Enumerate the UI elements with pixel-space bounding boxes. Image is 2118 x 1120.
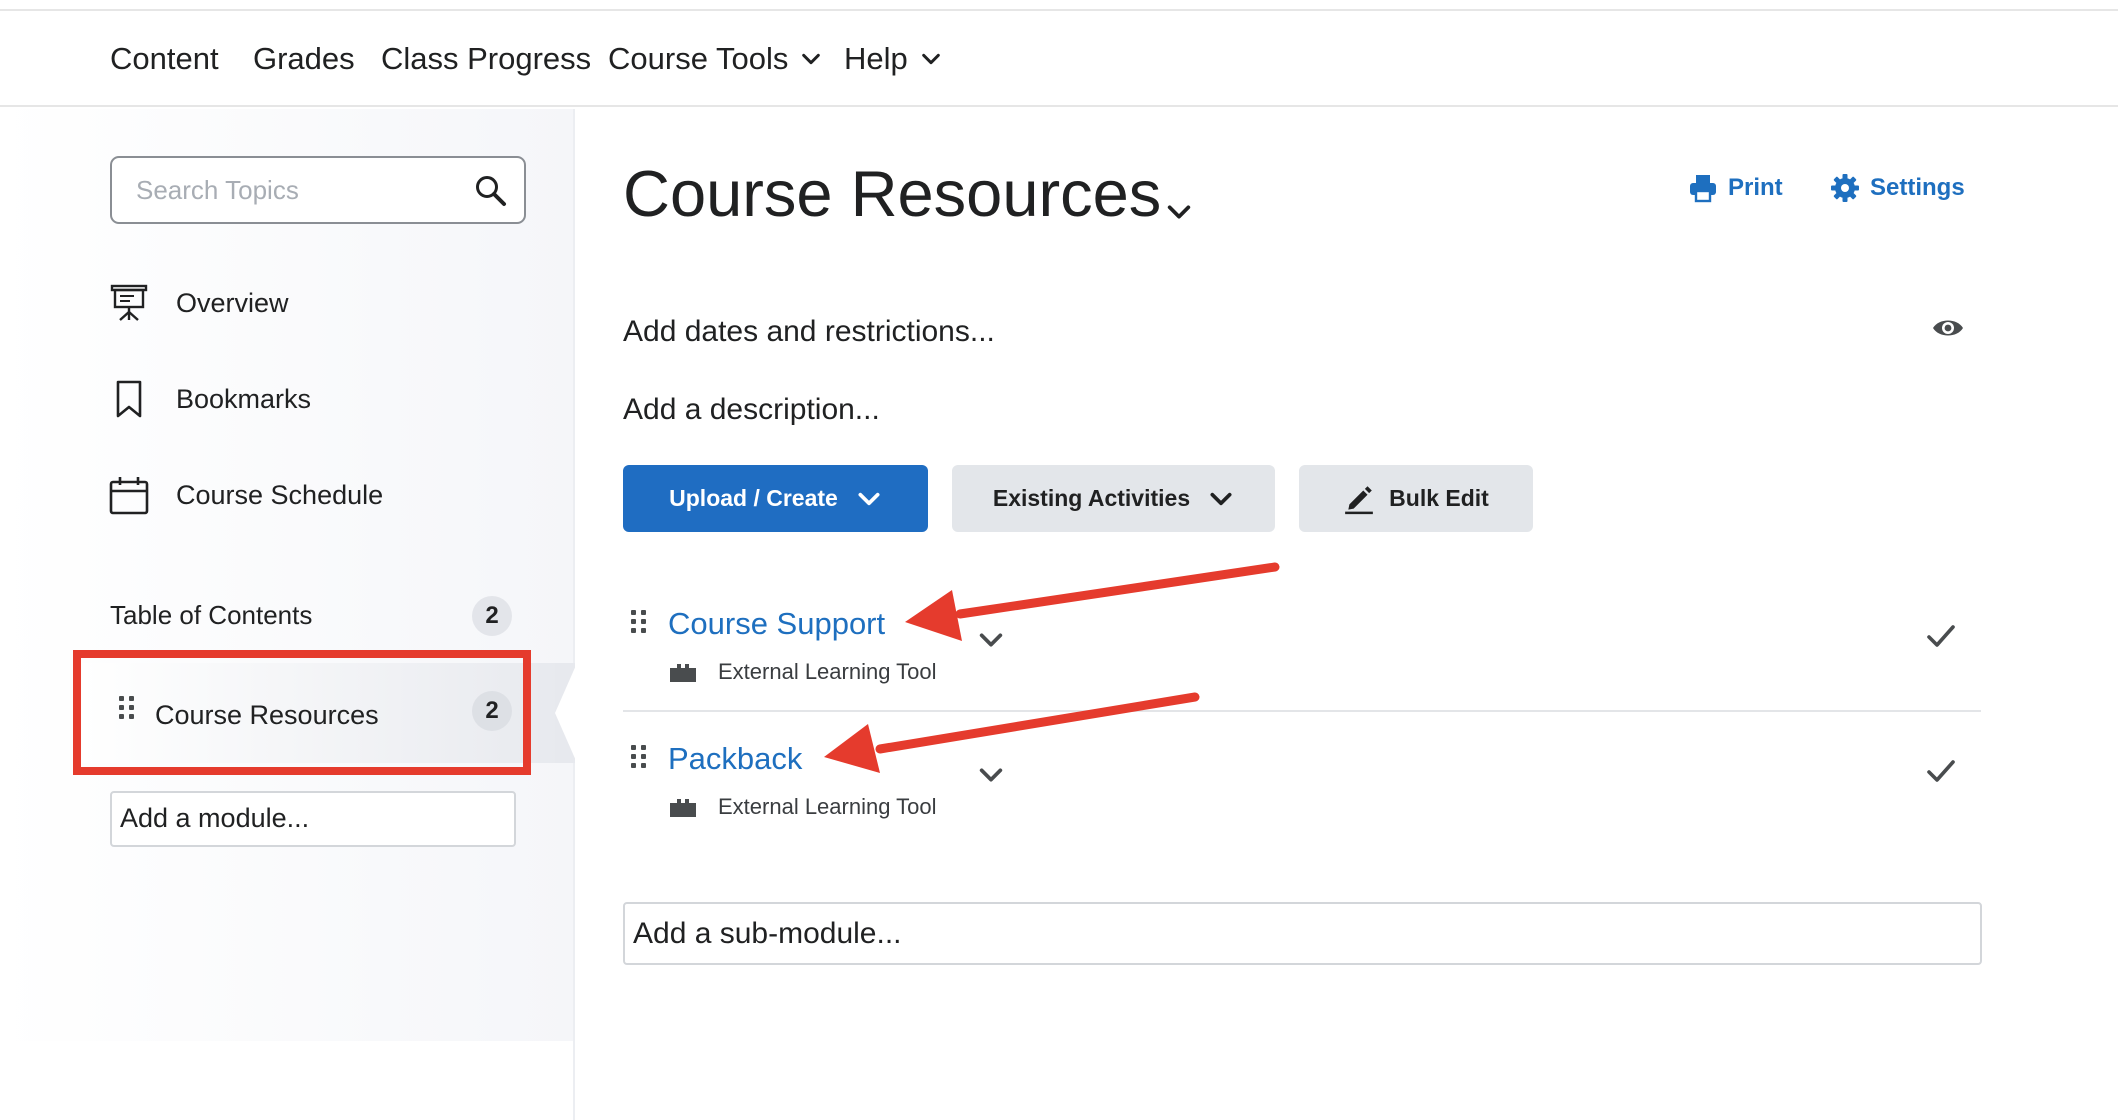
chevron-down-icon [858,492,880,505]
module-selected-pointer [555,663,577,763]
toc-heading: Table of Contents [110,600,313,630]
add-description-link[interactable]: Add a description... [623,393,880,427]
drag-handle-icon[interactable] [631,745,646,768]
sidebar-item-overview[interactable]: Overview [108,282,289,324]
checkmark-icon[interactable] [1925,620,1957,652]
chevron-down-icon[interactable] [1165,198,1193,226]
bulk-edit-button[interactable]: Bulk Edit [1299,465,1533,532]
chevron-down-icon[interactable] [977,626,1005,654]
bulk-edit-label: Bulk Edit [1389,485,1489,511]
puzzle-piece-icon [670,799,696,817]
sidebar-item-bookmarks[interactable]: Bookmarks [108,378,311,420]
add-submodule-input[interactable]: Add a sub-module... [623,902,1982,965]
nav-help-label: Help [844,41,908,76]
nav-content-label: Content [110,41,219,76]
sidebar-item-overview-label: Overview [176,287,289,318]
puzzle-piece-icon [670,664,696,682]
topic-packback-link[interactable]: Packback [668,741,802,777]
course-navbar: Content Grades Class Progress Course Too… [0,11,2118,107]
presentation-icon [110,284,148,321]
nav-grades[interactable]: Grades [253,41,355,77]
sidebar-item-course-schedule[interactable]: Course Schedule [108,474,383,516]
topic-type-label: External Learning Tool [718,794,937,819]
gear-icon [1831,174,1859,202]
chevron-down-icon [1210,492,1232,505]
bookmark-icon [116,380,142,418]
nav-grades-label: Grades [253,41,355,76]
page-title: Course Resources [623,157,1162,230]
pencil-icon [1345,485,1374,514]
sidebar-item-bookmarks-label: Bookmarks [176,383,312,414]
toc-count-badge: 2 [472,596,512,636]
upload-create-label: Upload / Create [669,485,838,511]
search-icon[interactable] [474,174,508,208]
annotation-highlight-box [73,650,531,775]
nav-content[interactable]: Content [110,41,219,77]
existing-activities-label: Existing Activities [992,485,1191,511]
topic-course-support-link[interactable]: Course Support [668,606,885,642]
sidebar-item-course-schedule-label: Course Schedule [176,479,384,510]
search-topics-input[interactable] [136,172,456,208]
checkmark-icon[interactable] [1925,755,1957,787]
nav-class-progress[interactable]: Class Progress [381,41,591,77]
list-divider [623,710,1981,712]
existing-activities-button[interactable]: Existing Activities [952,465,1275,532]
search-topics-box[interactable] [110,156,526,224]
nav-class-progress-label: Class Progress [381,41,592,76]
print-label: Print [1728,174,1783,201]
sidebar-divider [573,109,575,1120]
settings-button[interactable]: Settings [1830,173,1965,203]
upload-create-button[interactable]: Upload / Create [623,465,928,532]
print-button[interactable]: Print [1688,173,1783,203]
chevron-down-icon[interactable] [977,761,1005,789]
topic-type-label: External Learning Tool [718,659,937,684]
top-border [0,0,2118,11]
add-module-input[interactable]: Add a module... [110,791,516,847]
annotation-arrow-course-support [905,562,1280,641]
eye-icon[interactable] [1931,316,1965,340]
nav-course-tools[interactable]: Course Tools [608,41,822,77]
sidebar [0,109,573,1041]
drag-handle-icon[interactable] [631,610,646,633]
add-dates-restrictions-link[interactable]: Add dates and restrictions... [623,315,995,349]
nav-help[interactable]: Help [844,41,942,77]
annotation-arrow-packback [824,692,1200,773]
calendar-icon [109,477,149,515]
chevron-down-icon [921,53,940,65]
settings-label: Settings [1870,174,1965,201]
printer-icon [1690,175,1716,203]
nav-course-tools-label: Course Tools [608,41,789,76]
chevron-down-icon [802,53,821,65]
